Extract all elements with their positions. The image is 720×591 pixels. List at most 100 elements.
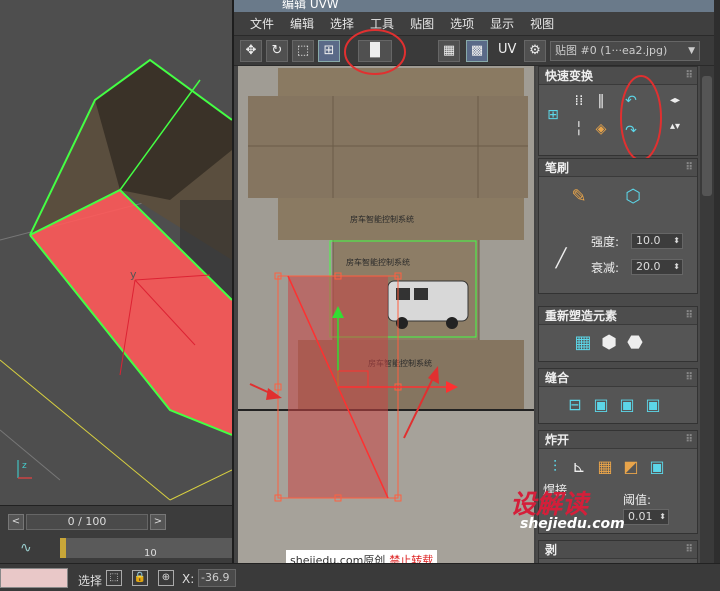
brush-title: 笔刷 <box>545 161 570 175</box>
scale-icon[interactable]: ⬚ <box>292 40 314 62</box>
strength-value: 10.0 <box>636 234 661 247</box>
menu-file[interactable]: 文件 <box>242 12 282 35</box>
panel-scrollbar[interactable] <box>700 66 714 563</box>
menu-options[interactable]: 选项 <box>442 12 482 35</box>
rollout-header[interactable]: 重新塑造元素 ⠿ <box>539 307 697 325</box>
align-center-icon[interactable]: ⊞ <box>543 105 563 125</box>
straighten-icon[interactable]: ▦ <box>573 333 593 353</box>
scrollbar-thumb[interactable] <box>702 76 712 196</box>
menu-display[interactable]: 显示 <box>482 12 522 35</box>
relax-icon[interactable]: ⬢ <box>599 333 619 353</box>
timeline: < 0 / 100 > ∿ 10 <box>0 505 232 563</box>
stitch-average-icon[interactable]: ▣ <box>643 395 663 415</box>
falloff-value: 20.0 <box>636 260 661 273</box>
explode-grid-icon[interactable]: ▦ <box>595 457 615 477</box>
grid-line <box>0 359 171 501</box>
absolute-mode-icon[interactable]: ⊕ <box>158 570 174 586</box>
threshold-value: 0.01 <box>628 510 653 523</box>
texture-text-2: 房车智能控制系统 <box>346 257 410 267</box>
move-icon[interactable]: ✥ <box>240 40 262 62</box>
frame-display[interactable]: 0 / 100 <box>26 514 148 530</box>
window-edge <box>714 0 720 563</box>
rollout-header[interactable]: 炸开 ⠿ <box>539 431 697 449</box>
timeline-nav: < 0 / 100 > <box>8 514 166 530</box>
grip-icon: ⠿ <box>685 310 693 321</box>
map-dropdown-value: 贴图 #0 (1···ea2.jpg) <box>555 44 668 57</box>
grip-icon: ⠿ <box>685 70 693 81</box>
rollout-reshape-elements: 重新塑造元素 ⠿ ▦ ⬢ ⬣ <box>538 306 698 362</box>
lock-icon[interactable]: 🔒 <box>132 570 148 586</box>
rollout-header[interactable]: 缝合 ⠿ <box>539 369 697 387</box>
stitch-target-icon[interactable]: ▣ <box>591 395 611 415</box>
rollout-peel: 剥 ⠿ <box>538 540 698 563</box>
stitch-custom-icon[interactable]: ⊟ <box>565 395 585 415</box>
align-v-icon[interactable]: ‖ <box>591 91 611 111</box>
rotate-icon[interactable]: ↻ <box>266 40 288 62</box>
falloff-label: 衰减: <box>591 261 620 275</box>
menu-bar: 文件 编辑 选择 工具 贴图 选项 显示 视图 <box>234 12 716 36</box>
color-swatch[interactable] <box>0 568 68 588</box>
pivot-h-icon[interactable]: ◂▸ <box>665 91 685 111</box>
falloff-spinner[interactable]: 20.0 ⬍ <box>631 259 683 275</box>
grip-icon: ⠿ <box>685 434 693 445</box>
align-diag-icon[interactable]: ◈ <box>591 119 611 139</box>
menu-view[interactable]: 视图 <box>522 12 562 35</box>
uvw-editor-window: 编辑 UVW 文件 编辑 选择 工具 贴图 选项 显示 视图 ✥ ↻ ⬚ ⊞ ▐… <box>232 0 716 570</box>
status-bar: 选择 ⬚ 🔒 ⊕ X: -36.9 <box>0 563 720 591</box>
strength-spinner[interactable]: 10.0 ⬍ <box>631 233 683 249</box>
rollout-header[interactable]: 笔刷 ⠿ <box>539 159 697 177</box>
freeform-icon[interactable]: ⊞ <box>318 40 340 62</box>
rollout-stitch: 缝合 ⠿ ⊟ ▣ ▣ ▣ <box>538 368 698 424</box>
x-coord-field[interactable]: -36.9 <box>198 569 236 587</box>
grip-icon: ⠿ <box>685 544 693 555</box>
explode-checker-icon[interactable]: ◩ <box>621 457 641 477</box>
spinner-arrows-icon[interactable]: ⬍ <box>673 260 680 274</box>
settings-icon[interactable]: ⚙ <box>524 40 546 62</box>
paint-move-icon[interactable]: ✎ <box>569 187 589 207</box>
curve-editor-icon[interactable]: ∿ <box>20 540 32 556</box>
toolbar: ✥ ↻ ⬚ ⊞ ▐▌ ▦ ▩ UV ⚙ 贴图 #0 (1···ea2.jpg) … <box>234 36 716 66</box>
quick-transform-title: 快速变换 <box>545 69 594 83</box>
window-title: 编辑 UVW <box>282 0 339 11</box>
prev-frame-button[interactable]: < <box>8 514 24 530</box>
relax-brush-icon[interactable]: ⬡ <box>623 187 643 207</box>
checker-icon[interactable]: ▦ <box>438 40 460 62</box>
brand-url: shejiedu.com <box>520 516 625 532</box>
map-dropdown[interactable]: 贴图 #0 (1···ea2.jpg) ▼ <box>550 41 700 61</box>
spinner-arrows-icon[interactable]: ⬍ <box>673 234 680 248</box>
uv-label[interactable]: UV <box>498 42 516 57</box>
selection-lock-icon[interactable]: ⬚ <box>106 570 122 586</box>
stitch-title: 缝合 <box>545 371 570 385</box>
threshold-spinner[interactable]: 0.01 ⬍ <box>623 509 669 525</box>
explode-smooth-icon[interactable]: ⊾ <box>569 457 589 477</box>
gizmo-y-label: y <box>130 268 137 281</box>
timeline-slider[interactable] <box>60 538 66 558</box>
selection-label: 选择 <box>78 574 103 588</box>
grid-line <box>0 429 61 481</box>
menu-edit[interactable]: 编辑 <box>282 12 322 35</box>
align-h-icon[interactable]: ⁞⁞ <box>569 91 589 111</box>
menu-mapping[interactable]: 贴图 <box>402 12 442 35</box>
strength-label: 强度: <box>591 235 620 249</box>
threshold-label: 阈值: <box>623 493 652 507</box>
explode-title: 炸开 <box>545 433 570 447</box>
next-frame-button[interactable]: > <box>150 514 166 530</box>
title-bar[interactable]: 编辑 UVW <box>234 0 716 12</box>
chevron-down-icon: ▼ <box>688 46 695 56</box>
viewport-scene: y z <box>0 58 232 501</box>
stitch-source-icon[interactable]: ▣ <box>617 395 637 415</box>
rollout-header[interactable]: 剥 ⠿ <box>539 541 697 559</box>
uv-layout: 房车智能控制系统 房车智能控制系统 房车智能控制系统 <box>238 66 534 563</box>
relax-shell-icon[interactable]: ⬣ <box>625 333 645 353</box>
uv-canvas[interactable]: 房车智能控制系统 房车智能控制系统 房车智能控制系统 <box>238 66 534 563</box>
break-icon[interactable]: ⫶ <box>545 457 565 477</box>
pivot-v-icon[interactable]: ▴▾ <box>665 117 685 137</box>
annotation-circle <box>620 75 662 161</box>
grid-icon[interactable]: ▩ <box>466 40 488 62</box>
space-h-icon[interactable]: ╎ <box>569 119 589 139</box>
explode-flatten-icon[interactable]: ▣ <box>647 457 667 477</box>
3d-viewport[interactable]: y z <box>0 0 232 505</box>
spinner-arrows-icon[interactable]: ⬍ <box>659 510 666 524</box>
reshape-title: 重新塑造元素 <box>545 309 618 323</box>
grip-icon: ⠿ <box>685 372 693 383</box>
